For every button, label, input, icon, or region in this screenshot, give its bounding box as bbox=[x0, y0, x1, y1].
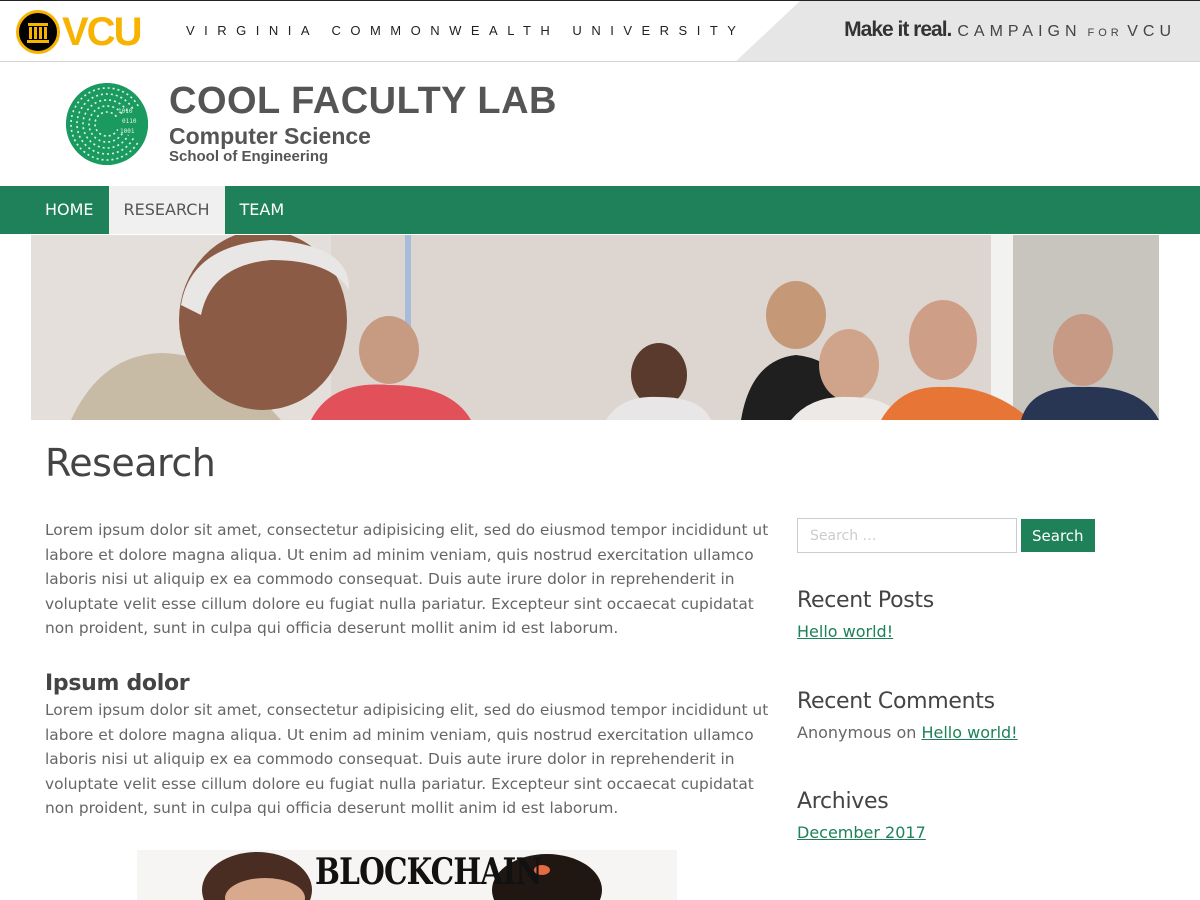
comment-post-link[interactable]: Hello world! bbox=[921, 723, 1017, 742]
main-content: Lorem ipsum dolor sit amet, consectetur … bbox=[45, 518, 775, 821]
campaign-tagline: Make it real. bbox=[844, 18, 952, 41]
campaign-for: FOR bbox=[1087, 27, 1123, 39]
main-navigation: HOME RESEARCH TEAM bbox=[0, 186, 1200, 234]
archives-title: Archives bbox=[797, 789, 889, 814]
vcu-wordmark: VCU bbox=[62, 10, 142, 54]
recent-comments-widget: Recent Comments Anonymous on Hello world… bbox=[797, 689, 1018, 742]
recent-comments-title: Recent Comments bbox=[797, 689, 995, 714]
archives-widget: Archives December 2017 bbox=[797, 789, 926, 842]
svg-text:1001: 1001 bbox=[120, 128, 135, 135]
archive-link[interactable]: December 2017 bbox=[797, 823, 926, 842]
campaign-vcu: VCU bbox=[1127, 23, 1176, 40]
university-name[interactable]: VIRGINIA COMMONWEALTH UNIVERSITY bbox=[186, 23, 745, 38]
svg-text:1010: 1010 bbox=[118, 108, 133, 115]
campaign-word: CAMPAIGN bbox=[957, 23, 1082, 40]
comment-author: Anonymous bbox=[797, 723, 892, 742]
lab-department: Computer Science bbox=[169, 123, 371, 149]
lab-logo-icon[interactable]: 1010 0110 1001 bbox=[66, 83, 148, 165]
search-button[interactable]: Search bbox=[1021, 519, 1095, 552]
svg-text:0110: 0110 bbox=[122, 118, 137, 125]
vcu-logo-link[interactable]: VCU bbox=[16, 10, 142, 54]
vcu-brand-bar: VCU VIRGINIA COMMONWEALTH UNIVERSITY Mak… bbox=[0, 0, 1200, 62]
page-title: Research bbox=[45, 441, 216, 485]
search-form: Search bbox=[797, 518, 1097, 553]
sidebar: Search Recent Posts Hello world! Recent … bbox=[797, 518, 1097, 842]
blockchain-image-text: BLOCKCHAIN bbox=[315, 851, 542, 893]
campaign-banner[interactable]: Make it real. CAMPAIGN FOR VCU bbox=[734, 1, 1200, 61]
content-paragraph: Lorem ipsum dolor sit amet, consectetur … bbox=[45, 700, 769, 818]
nav-item-team[interactable]: TEAM bbox=[225, 186, 300, 234]
site-header: 1010 0110 1001 COOL FACULTY LAB Computer… bbox=[0, 62, 1200, 186]
nav-item-home[interactable]: HOME bbox=[30, 186, 109, 234]
recent-posts-title: Recent Posts bbox=[797, 588, 934, 613]
content-subheading: Ipsum dolor bbox=[45, 670, 190, 696]
hero-photo bbox=[31, 235, 1159, 420]
recent-posts-widget: Recent Posts Hello world! bbox=[797, 588, 934, 641]
recent-post-link[interactable]: Hello world! bbox=[797, 622, 893, 641]
blockchain-image: BLOCKCHAIN bbox=[137, 850, 677, 900]
comment-connector: on bbox=[896, 723, 917, 742]
search-input[interactable] bbox=[797, 518, 1017, 553]
lab-title[interactable]: COOL FACULTY LAB bbox=[169, 80, 557, 123]
content-paragraph: Lorem ipsum dolor sit amet, consectetur … bbox=[45, 521, 769, 638]
lab-school: School of Engineering bbox=[169, 148, 329, 165]
vcu-seal-icon bbox=[16, 10, 60, 54]
nav-item-research[interactable]: RESEARCH bbox=[108, 186, 225, 234]
hero-image bbox=[31, 235, 1159, 420]
